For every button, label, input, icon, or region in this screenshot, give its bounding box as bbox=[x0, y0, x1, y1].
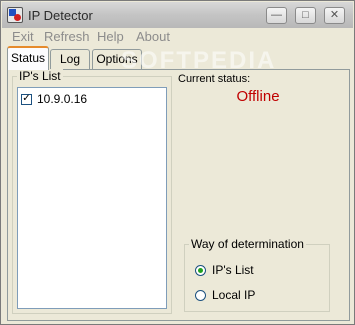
tab-status[interactable]: Status bbox=[7, 46, 49, 70]
ip-list-group: IP's List ✓ 10.9.0.16 bbox=[12, 69, 172, 314]
radio-ips-list[interactable]: IP's List bbox=[195, 262, 254, 278]
determination-group: Way of determination IP's List Local IP bbox=[184, 237, 330, 312]
minimize-icon: — bbox=[271, 9, 282, 21]
ip-listbox[interactable]: ✓ 10.9.0.16 bbox=[17, 87, 167, 309]
current-status-value: Offline bbox=[236, 88, 280, 105]
maximize-icon: □ bbox=[302, 9, 309, 21]
tab-options[interactable]: Options bbox=[92, 49, 142, 69]
window-title: IP Detector bbox=[28, 8, 93, 23]
menu-exit[interactable]: Exit bbox=[12, 29, 34, 44]
close-icon: ✕ bbox=[329, 9, 340, 21]
radio-local-ip[interactable]: Local IP bbox=[195, 287, 255, 303]
ip-list-title: IP's List bbox=[17, 69, 63, 83]
app-window: IP Detector — □ ✕ Exit Refresh Help Abou… bbox=[0, 0, 355, 325]
minimize-button[interactable]: — bbox=[266, 7, 287, 24]
current-status-label: Current status: bbox=[178, 73, 251, 85]
list-item[interactable]: ✓ 10.9.0.16 bbox=[21, 91, 87, 107]
radio-button[interactable] bbox=[195, 289, 206, 301]
maximize-button[interactable]: □ bbox=[295, 7, 316, 24]
ip-address: 10.9.0.16 bbox=[37, 92, 88, 106]
menu-about[interactable]: About bbox=[136, 29, 170, 44]
status-tab-panel: IP's List ✓ 10.9.0.16 Current status: Of… bbox=[7, 69, 350, 321]
radio-label: IP's List bbox=[212, 263, 254, 277]
radio-label: Local IP bbox=[212, 288, 256, 302]
tab-log[interactable]: Log bbox=[50, 49, 90, 69]
ip-checkbox[interactable]: ✓ bbox=[21, 93, 32, 105]
radio-button[interactable] bbox=[195, 264, 206, 276]
close-button[interactable]: ✕ bbox=[324, 7, 345, 24]
menu-help[interactable]: Help bbox=[97, 29, 124, 44]
title-bar[interactable]: IP Detector — □ ✕ bbox=[2, 2, 353, 29]
menu-refresh[interactable]: Refresh bbox=[44, 29, 90, 44]
determination-title: Way of determination bbox=[189, 237, 306, 251]
app-icon bbox=[7, 7, 23, 23]
menu-bar: Exit Refresh Help About bbox=[2, 28, 353, 46]
